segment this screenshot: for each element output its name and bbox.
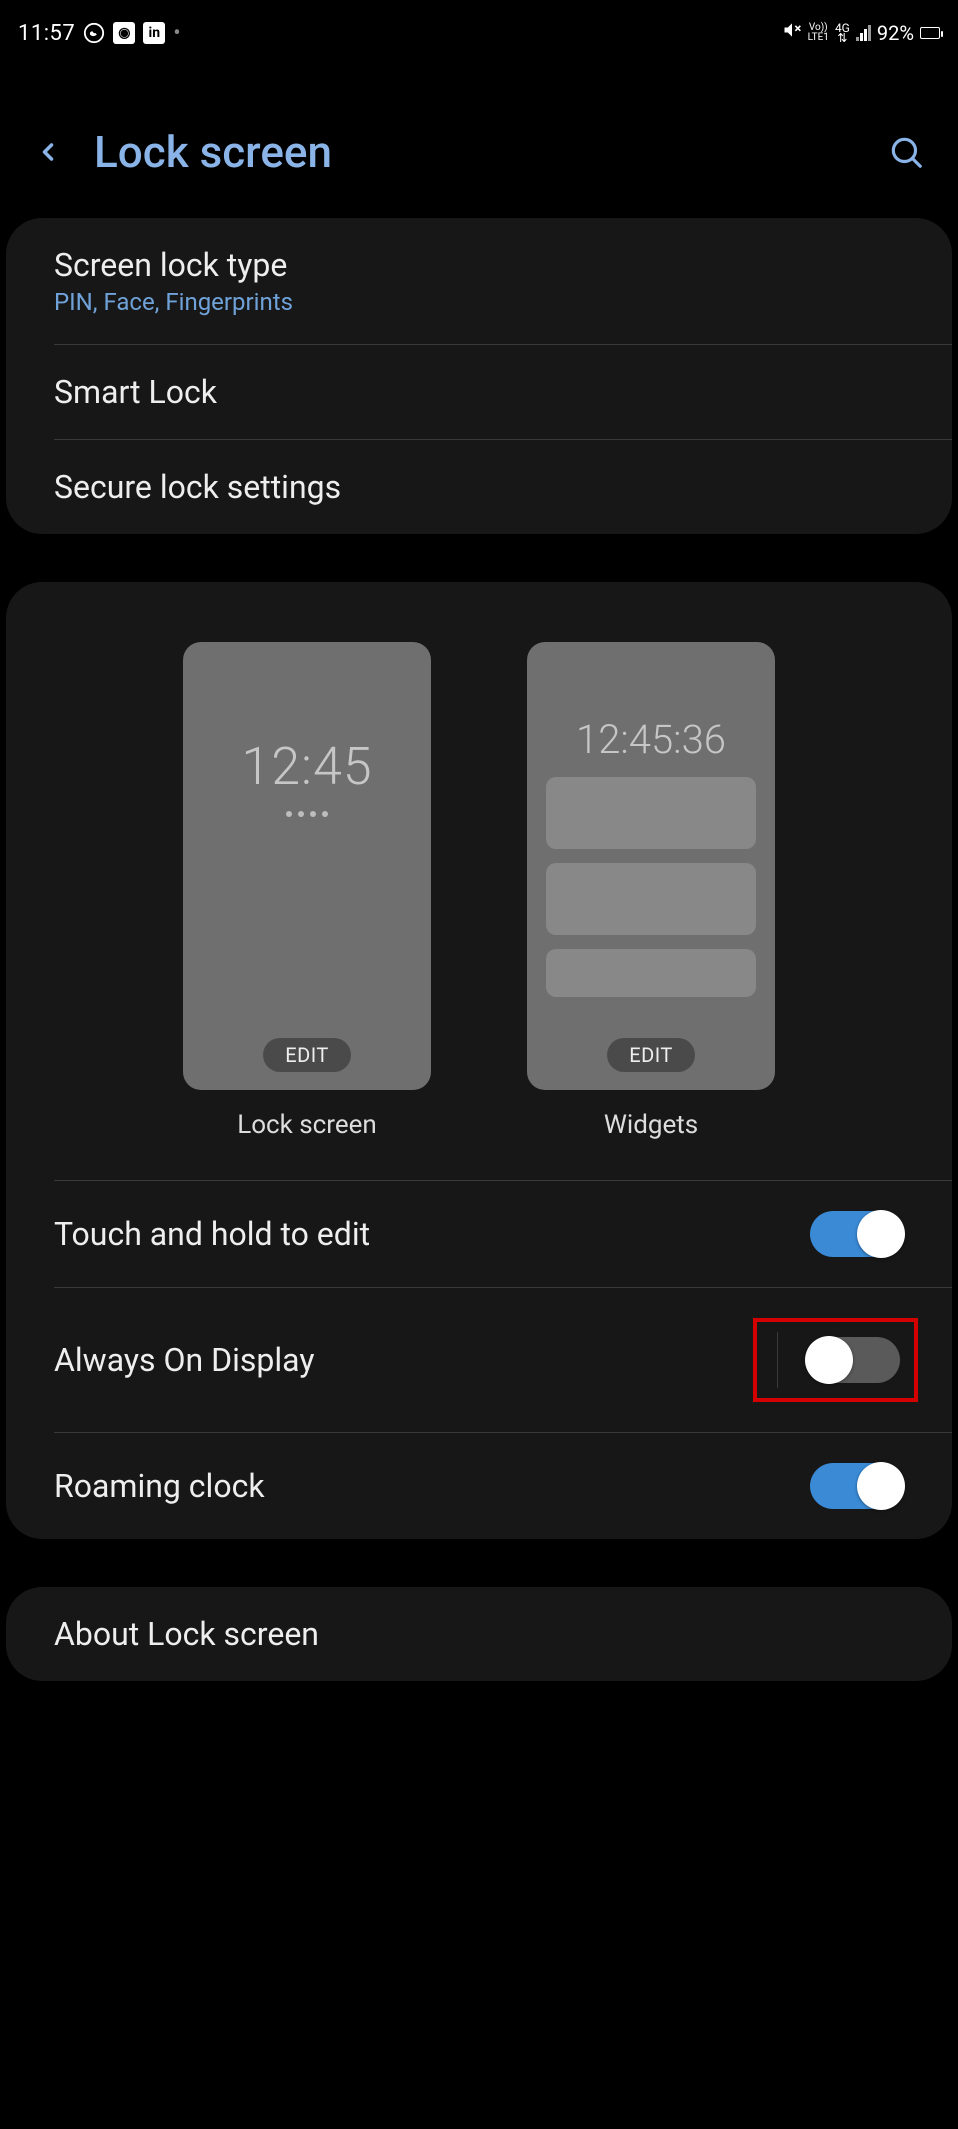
- setting-label: Roaming clock: [54, 1467, 265, 1505]
- widget-placeholder: [546, 949, 756, 997]
- touch-hold-to-edit-item[interactable]: Touch and hold to edit: [6, 1181, 952, 1287]
- setting-label: Always On Display: [54, 1341, 314, 1379]
- secure-lock-settings-item[interactable]: Secure lock settings: [54, 439, 952, 534]
- item-title: Secure lock settings: [54, 468, 341, 506]
- widgets-preview-col: 12:45:36 EDIT Widgets: [527, 642, 775, 1140]
- display-settings-card: 12:45 EDIT Lock screen 12:45:36 EDIT Wid…: [6, 582, 952, 1539]
- preview-clock: 12:45: [241, 736, 372, 797]
- preview-row: 12:45 EDIT Lock screen 12:45:36 EDIT Wid…: [6, 582, 952, 1180]
- battery-percentage: 92%: [877, 21, 914, 45]
- whatsapp-icon: [83, 22, 105, 44]
- widget-placeholder: [546, 777, 756, 849]
- roaming-clock-toggle[interactable]: [810, 1463, 904, 1509]
- preview-label: Lock screen: [237, 1110, 377, 1140]
- preview-label: Widgets: [604, 1110, 698, 1140]
- app-icon: ◉: [113, 22, 135, 44]
- lock-screen-preview[interactable]: 12:45 EDIT: [183, 642, 431, 1090]
- always-on-display-item[interactable]: Always On Display: [54, 1287, 952, 1432]
- about-card: About Lock screen: [6, 1587, 952, 1681]
- status-time: 11:57: [18, 21, 75, 46]
- volte-indicator: Vo)) LTE1: [808, 23, 829, 43]
- smart-lock-item[interactable]: Smart Lock: [54, 344, 952, 439]
- page-header: Lock screen: [0, 96, 958, 218]
- always-on-display-toggle[interactable]: [806, 1337, 900, 1383]
- screen-lock-type-item[interactable]: Screen lock type PIN, Face, Fingerprints: [6, 218, 952, 344]
- status-bar: 11:57 ◉ in • Vo)) LTE1 4G⇅ 92%: [0, 0, 958, 56]
- edit-lock-screen-button[interactable]: EDIT: [263, 1038, 351, 1072]
- status-left: 11:57 ◉ in •: [18, 21, 181, 46]
- more-notifications-icon: •: [173, 21, 180, 46]
- setting-label: Touch and hold to edit: [54, 1215, 370, 1253]
- highlight-annotation: [753, 1318, 918, 1402]
- search-icon[interactable]: [884, 130, 928, 174]
- linkedin-icon: in: [143, 22, 165, 44]
- back-icon[interactable]: [30, 134, 66, 170]
- edit-widgets-button[interactable]: EDIT: [607, 1038, 695, 1072]
- touch-hold-toggle[interactable]: [810, 1211, 904, 1257]
- battery-icon: [920, 27, 940, 39]
- separator: [777, 1332, 778, 1388]
- lock-screen-preview-col: 12:45 EDIT Lock screen: [183, 642, 431, 1140]
- item-title: Screen lock type: [54, 246, 293, 284]
- mute-icon: [782, 20, 802, 46]
- about-lock-screen-item[interactable]: About Lock screen: [6, 1587, 952, 1681]
- item-title: Smart Lock: [54, 373, 217, 411]
- item-title: About Lock screen: [54, 1615, 319, 1653]
- page-title: Lock screen: [94, 126, 332, 178]
- roaming-clock-item[interactable]: Roaming clock: [54, 1432, 952, 1539]
- preview-dots-icon: [286, 811, 328, 817]
- network-4g-indicator: 4G⇅: [835, 23, 850, 43]
- status-right: Vo)) LTE1 4G⇅ 92%: [782, 20, 940, 46]
- widgets-preview[interactable]: 12:45:36 EDIT: [527, 642, 775, 1090]
- widget-placeholder: [546, 863, 756, 935]
- security-settings-card: Screen lock type PIN, Face, Fingerprints…: [6, 218, 952, 534]
- signal-icon: [856, 25, 871, 41]
- item-subtitle: PIN, Face, Fingerprints: [54, 288, 293, 316]
- preview-clock: 12:45:36: [576, 716, 726, 763]
